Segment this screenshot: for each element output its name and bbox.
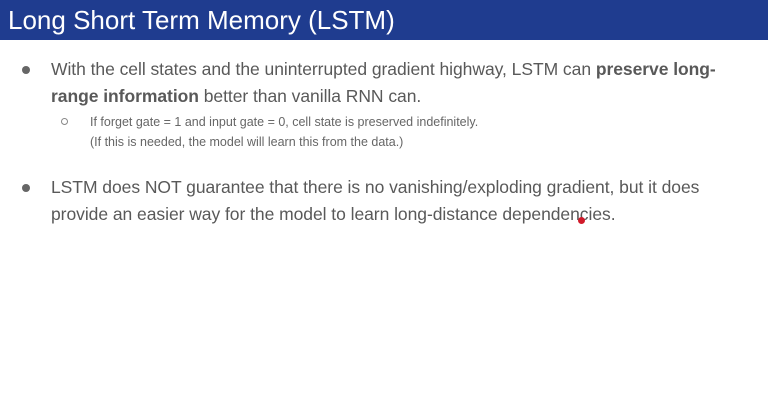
sub-bullet-1-line-1: If forget gate = 1 and input gate = 0, c… [90, 115, 479, 129]
sub-bullet-1: If forget gate = 1 and input gate = 0, c… [90, 112, 740, 152]
sub-bullet-1-line-2: (If this is needed, the model will learn… [90, 135, 404, 149]
laser-pointer-dot [578, 217, 585, 224]
bullet-2-text: LSTM does NOT guarantee that there is no… [51, 177, 700, 224]
bullet-1-text-after: better than vanilla RNN can. [198, 86, 422, 106]
bullet-1-text-before: With the cell states and the uninterrupt… [51, 59, 596, 79]
sub-bullet-circle-icon [61, 118, 68, 125]
title-bar: Long Short Term Memory (LSTM) [0, 0, 768, 40]
bullet-1-text: With the cell states and the uninterrupt… [51, 56, 761, 110]
slide-title: Long Short Term Memory (LSTM) [8, 5, 395, 35]
bullet-dot-1 [22, 66, 30, 74]
slide: Long Short Term Memory (LSTM) With the c… [0, 0, 768, 406]
bullet-dot-2 [22, 184, 30, 192]
